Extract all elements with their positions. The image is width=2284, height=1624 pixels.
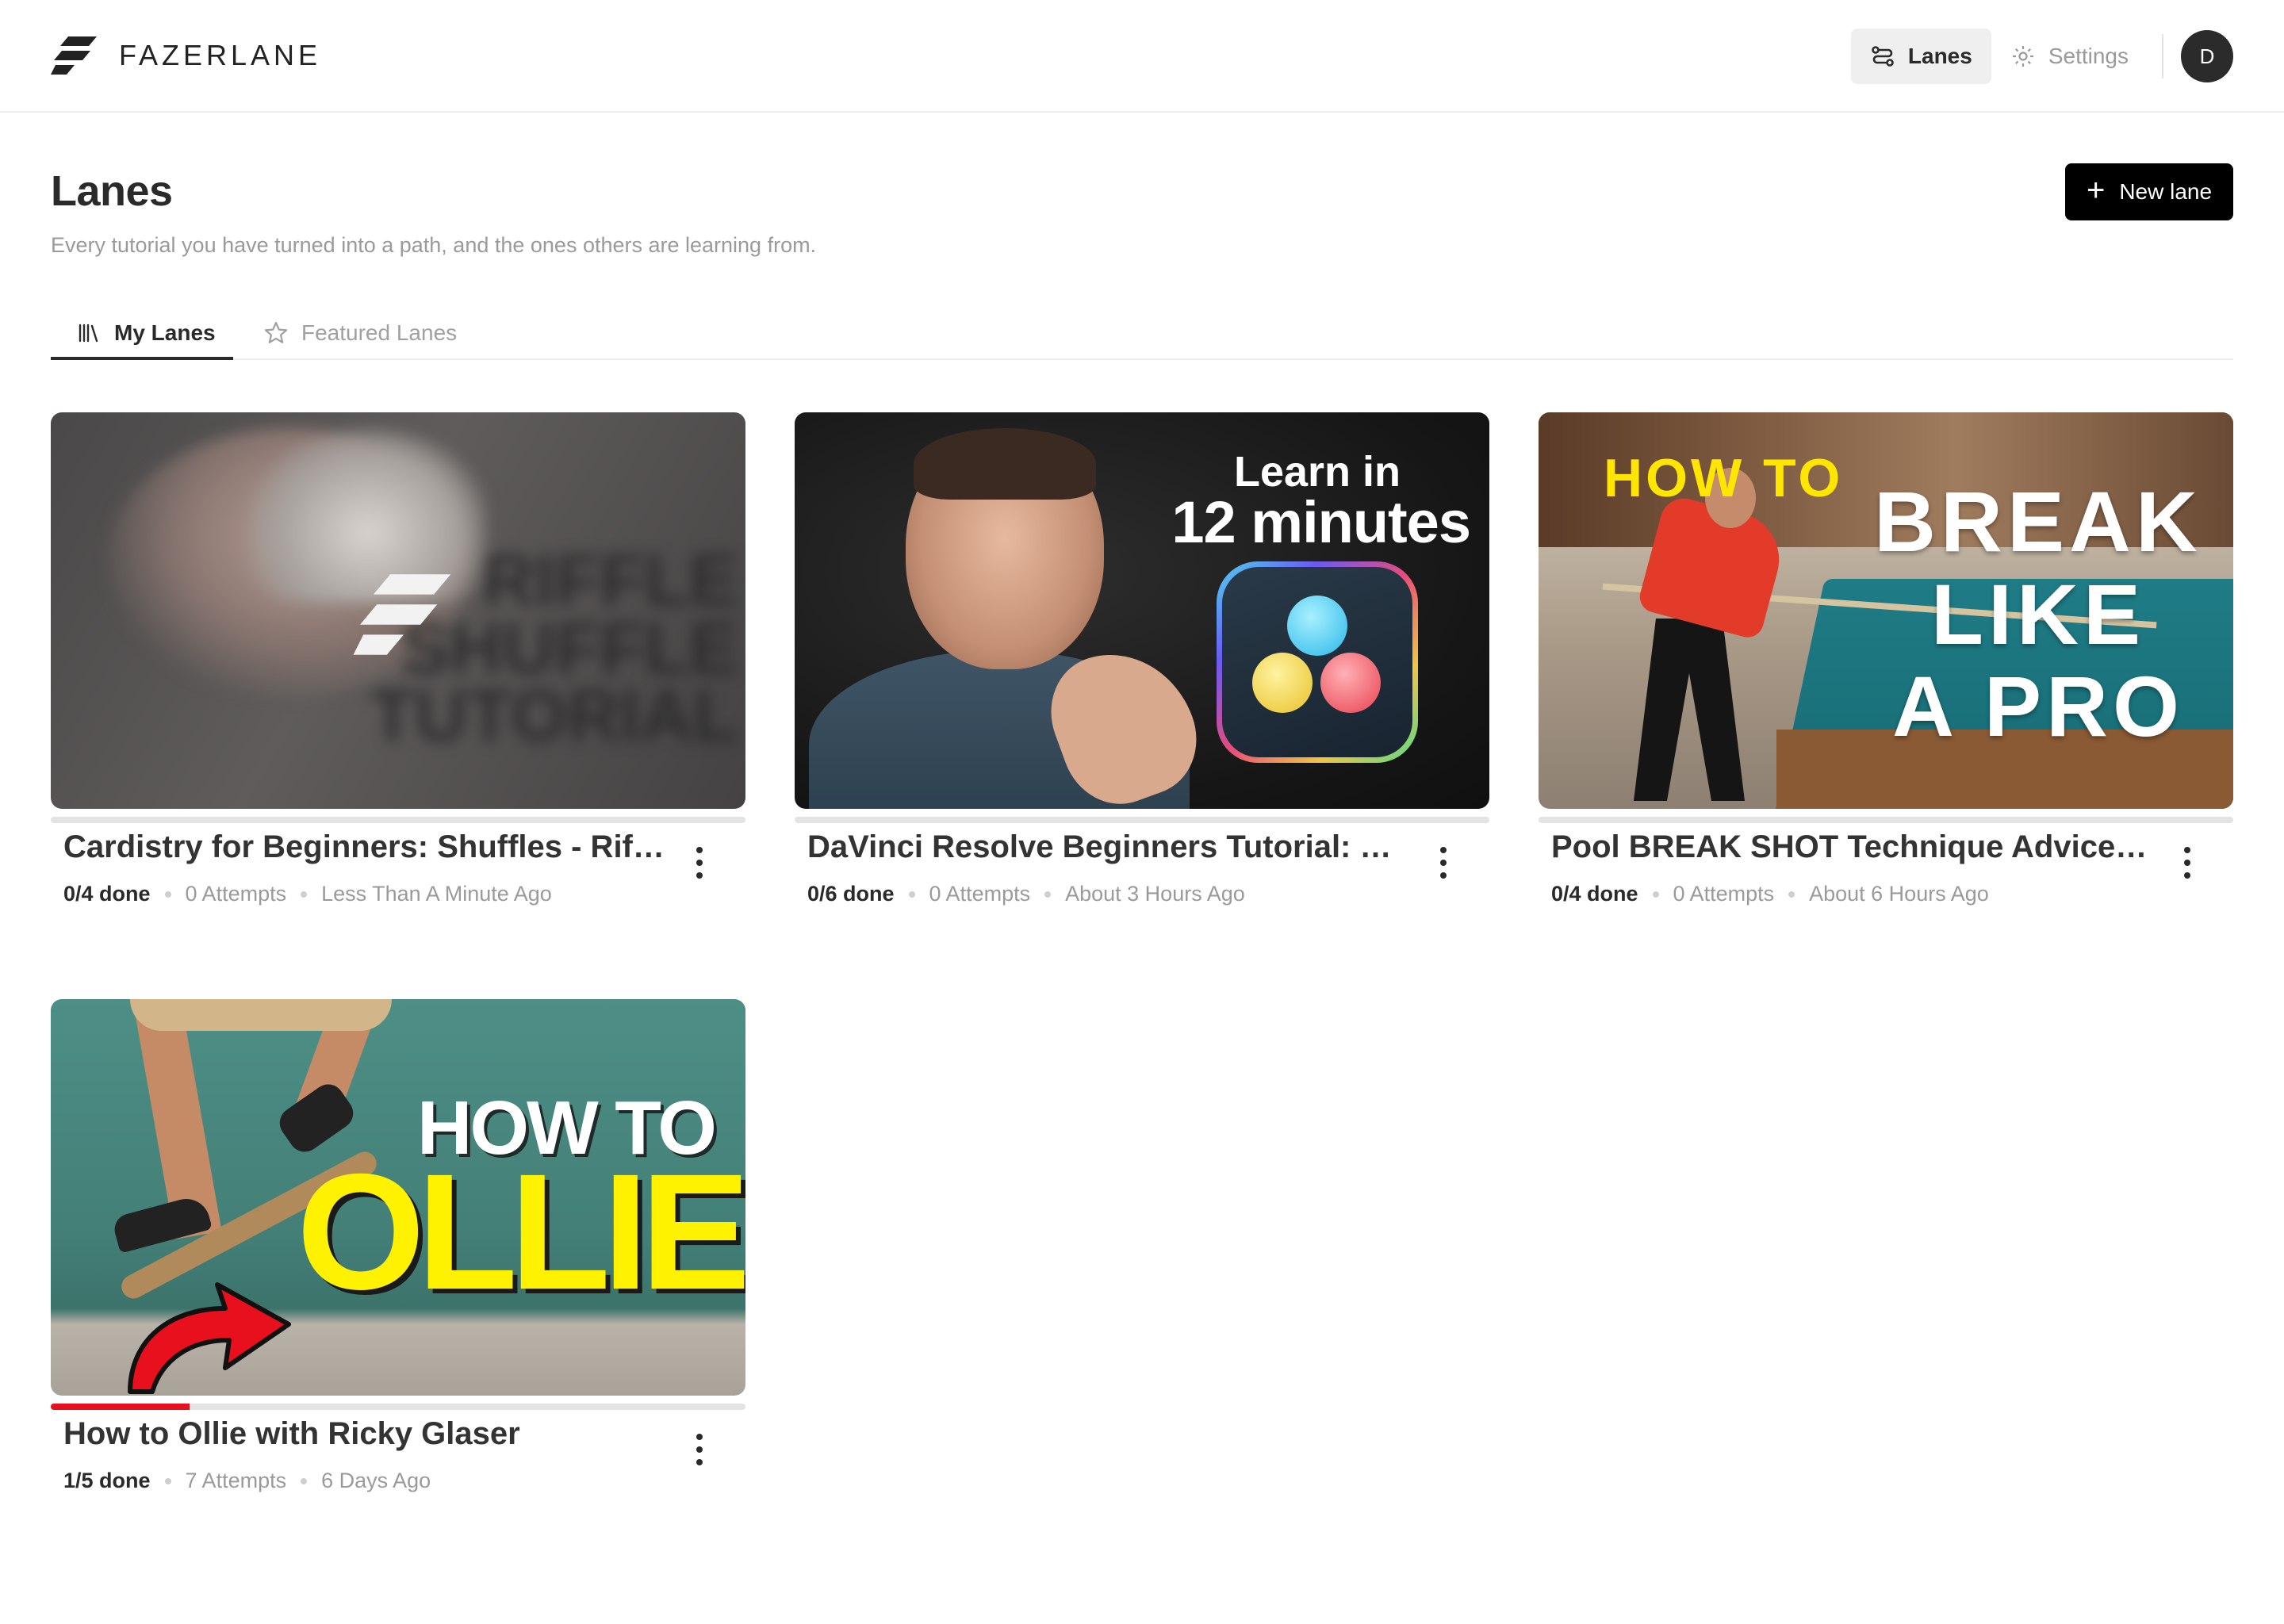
brand-logo-icon bbox=[353, 574, 451, 655]
progress-bar bbox=[51, 817, 745, 823]
lane-thumbnail[interactable]: HOW TO OLLIE bbox=[51, 999, 745, 1396]
thumbnail-text: TUTORIAL bbox=[370, 676, 738, 757]
tab-my-lanes[interactable]: My Lanes bbox=[76, 306, 216, 360]
lane-meta: 0/4 done 0 Attempts Less Than A Minute A… bbox=[63, 882, 552, 906]
tab-my-lanes-label: My Lanes bbox=[114, 320, 216, 345]
lane-done-count: 1/5 done bbox=[63, 1469, 151, 1492]
nav-divider bbox=[2162, 34, 2163, 79]
lane-attempts: 7 Attempts bbox=[185, 1469, 287, 1492]
new-lane-label: New lane bbox=[2119, 179, 2213, 204]
active-tab-indicator bbox=[51, 357, 233, 360]
lane-attempts: 0 Attempts bbox=[185, 882, 287, 906]
meta-separator bbox=[1652, 891, 1659, 898]
brand-name: FAZERLANE bbox=[119, 39, 322, 71]
page-subtitle: Every tutorial you have turned into a pa… bbox=[51, 233, 817, 257]
progress-bar bbox=[51, 1404, 745, 1410]
lane-attempts: 0 Attempts bbox=[929, 882, 1031, 906]
lane-meta: 0/4 done 0 Attempts About 6 Hours Ago bbox=[1551, 882, 1989, 906]
lane-done-count: 0/6 done bbox=[807, 882, 895, 906]
thumbnail-text: LIKE bbox=[1930, 565, 2145, 662]
thumbnail-text: 12 minutes bbox=[1171, 489, 1471, 555]
user-avatar[interactable]: D bbox=[2181, 30, 2233, 82]
lane-updated: About 6 Hours Ago bbox=[1809, 882, 1989, 906]
lane-card[interactable]: HOW TO BREAK LIKE A PRO Pool BREAK SHOT … bbox=[1539, 412, 2233, 906]
nav-settings-label: Settings bbox=[2048, 44, 2129, 68]
more-options-icon[interactable] bbox=[1429, 839, 1458, 887]
nav-lanes-button[interactable]: Lanes bbox=[1850, 29, 1991, 84]
new-lane-button[interactable]: + New lane bbox=[2065, 163, 2233, 220]
route-icon bbox=[1872, 46, 1894, 67]
lane-thumbnail[interactable]: RIFFLE SHUFFLE TUTORIAL bbox=[51, 412, 745, 809]
thumbnail-text: HOW TO bbox=[1604, 448, 1844, 508]
brand-logo-icon bbox=[51, 36, 97, 75]
lane-thumbnail[interactable]: Learn in 12 minutes bbox=[795, 412, 1489, 809]
meta-separator bbox=[1044, 891, 1052, 898]
more-options-icon[interactable] bbox=[685, 839, 714, 887]
meta-separator bbox=[164, 891, 171, 898]
page-title: Lanes bbox=[51, 167, 173, 215]
lane-card[interactable]: RIFFLE SHUFFLE TUTORIAL Cardistry for Be… bbox=[51, 412, 745, 906]
lane-thumbnail[interactable]: HOW TO BREAK LIKE A PRO bbox=[1539, 412, 2233, 809]
top-nav: Lanes Settings D bbox=[1850, 29, 2233, 84]
star-icon bbox=[264, 321, 288, 343]
lane-card[interactable]: HOW TO OLLIE How to Ollie with Ricky Gla… bbox=[51, 999, 745, 1492]
thumbnail-text: OLLIE bbox=[297, 1140, 745, 1324]
lane-title[interactable]: DaVinci Resolve Beginners Tutorial: Ed..… bbox=[807, 829, 1410, 865]
tab-featured-lanes[interactable]: Featured Lanes bbox=[263, 306, 457, 360]
lane-title[interactable]: How to Ollie with Ricky Glaser bbox=[63, 1416, 666, 1452]
thumbnail-text: BREAK bbox=[1873, 473, 2202, 569]
more-options-icon[interactable] bbox=[685, 1426, 714, 1473]
library-icon bbox=[79, 324, 98, 343]
lane-updated: Less Than A Minute Ago bbox=[321, 882, 552, 906]
lane-tabs: My Lanes Featured Lanes bbox=[51, 306, 2233, 360]
meta-separator bbox=[164, 1477, 171, 1484]
davinci-resolve-icon bbox=[1217, 561, 1418, 763]
meta-separator bbox=[908, 891, 915, 898]
progress-bar bbox=[795, 817, 1489, 823]
thumbnail-text: A PRO bbox=[1891, 658, 2185, 755]
lane-updated: 6 Days Ago bbox=[321, 1469, 431, 1492]
lane-meta: 0/6 done 0 Attempts About 3 Hours Ago bbox=[807, 882, 1245, 906]
meta-separator bbox=[301, 891, 308, 898]
lane-updated: About 3 Hours Ago bbox=[1065, 882, 1245, 906]
lane-done-count: 0/4 done bbox=[1551, 882, 1638, 906]
lane-done-count: 0/4 done bbox=[63, 882, 151, 906]
lane-card[interactable]: Learn in 12 minutes DaVinci Resolve Begi… bbox=[795, 412, 1489, 906]
tab-featured-lanes-label: Featured Lanes bbox=[301, 320, 458, 345]
lane-title[interactable]: Pool BREAK SHOT Technique Advice -... bbox=[1551, 829, 2154, 865]
more-options-icon[interactable] bbox=[2173, 839, 2202, 887]
nav-settings-button[interactable]: Settings bbox=[1991, 29, 2148, 84]
gear-icon bbox=[2012, 46, 2033, 67]
nav-lanes-label: Lanes bbox=[1907, 44, 1972, 68]
red-arrow-icon bbox=[128, 1282, 291, 1394]
meta-separator bbox=[1788, 891, 1795, 898]
lane-meta: 1/5 done 7 Attempts 6 Days Ago bbox=[63, 1469, 431, 1493]
brand[interactable]: FAZERLANE bbox=[51, 35, 321, 76]
plus-icon: + bbox=[2086, 173, 2106, 208]
top-bar: FAZERLANE Lanes Settings D bbox=[0, 0, 2284, 113]
lane-title[interactable]: Cardistry for Beginners: Shuffles - Riff… bbox=[63, 829, 666, 865]
progress-bar bbox=[1539, 817, 2233, 823]
lane-attempts: 0 Attempts bbox=[1673, 882, 1775, 906]
meta-separator bbox=[301, 1477, 308, 1484]
